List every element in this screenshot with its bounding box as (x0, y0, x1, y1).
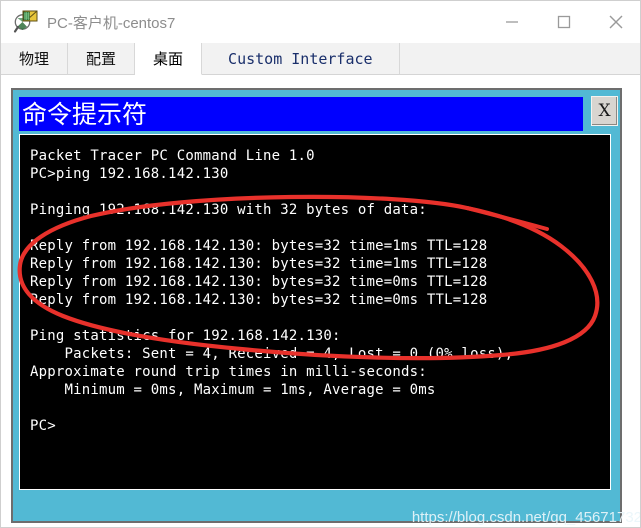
pc-device-window: PC-客户机-centos7 物理 配置 桌面 Custom Interface… (0, 0, 641, 528)
close-button[interactable] (590, 1, 640, 43)
device-tabs: 物理 配置 桌面 Custom Interface (1, 43, 640, 76)
window-title: PC-客户机-centos7 (47, 14, 176, 32)
tab-desktop[interactable]: 桌面 (135, 43, 203, 75)
window-controls (486, 1, 640, 43)
packet-tracer-pc-icon (13, 9, 39, 35)
command-prompt-titlebar: 命令提示符 (19, 97, 583, 131)
tab-physical[interactable]: 物理 (1, 43, 69, 75)
command-prompt-close-button[interactable]: X (591, 96, 618, 126)
maximize-icon (557, 15, 571, 29)
tab-filler (399, 43, 640, 75)
terminal-output: Packet Tracer PC Command Line 1.0 PC>pin… (30, 148, 514, 434)
tab-custom-interface[interactable]: Custom Interface (202, 43, 400, 75)
watermark-text: https://blog.csdn.net/qq_45671732 (411, 509, 641, 526)
terminal-screen[interactable]: Packet Tracer PC Command Line 1.0 PC>pin… (19, 134, 611, 490)
minimize-icon (506, 21, 518, 23)
minimize-button[interactable] (486, 1, 538, 43)
close-icon (609, 15, 623, 29)
command-prompt-title: 命令提示符 (22, 99, 148, 129)
tab-config[interactable]: 配置 (68, 43, 136, 75)
desktop-panel: 命令提示符 X Packet Tracer PC Command Line 1.… (1, 75, 641, 527)
maximize-button[interactable] (538, 1, 590, 43)
command-prompt-window: 命令提示符 X Packet Tracer PC Command Line 1.… (11, 88, 622, 523)
window-titlebar: PC-客户机-centos7 (1, 1, 640, 43)
